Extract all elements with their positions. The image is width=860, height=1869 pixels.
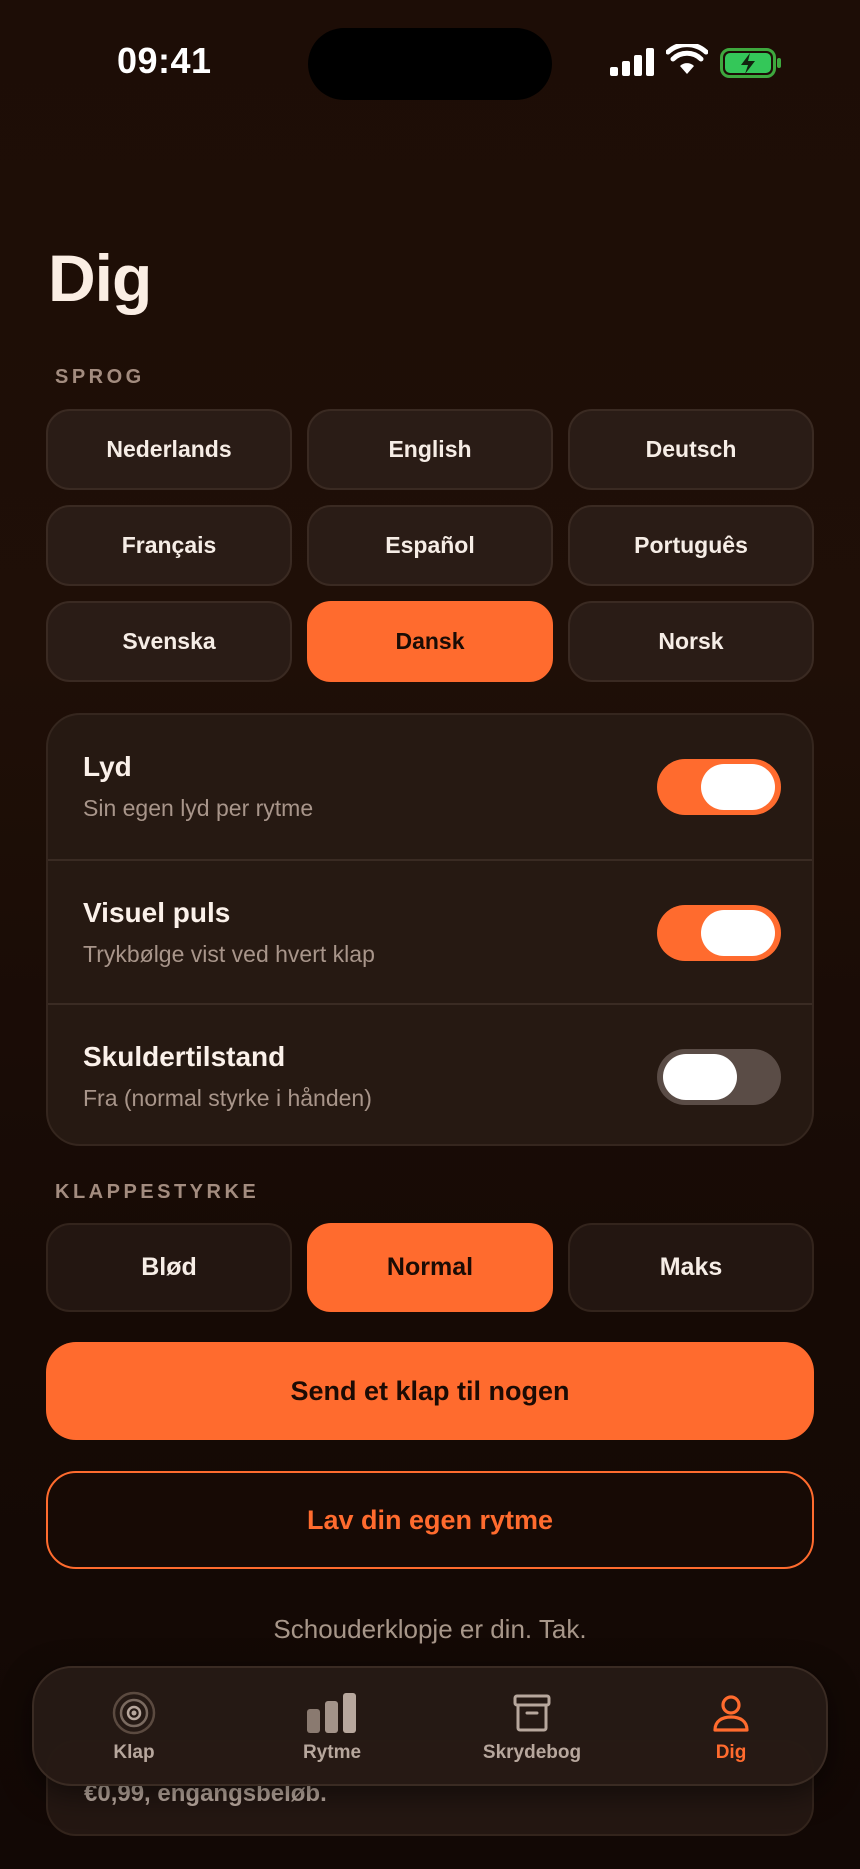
language-option-norsk[interactable]: Norsk	[568, 601, 814, 682]
language-option-dansk[interactable]: Dansk	[307, 601, 553, 682]
language-option-svenska[interactable]: Svenska	[46, 601, 292, 682]
battery-charging-icon	[720, 48, 781, 78]
strength-option-soft[interactable]: Blød	[46, 1223, 292, 1312]
language-option-english[interactable]: English	[307, 409, 553, 490]
tab-label: Klap	[113, 1742, 155, 1763]
sound-toggle[interactable]	[657, 759, 781, 815]
setting-row-visual-pulse: Visuel puls Trykbølge vist ved hvert kla…	[48, 859, 812, 1003]
tab-bar: Klap Rytme Skrydebog Dig	[32, 1666, 828, 1786]
archive-box-icon	[513, 1694, 551, 1732]
person-icon	[713, 1695, 749, 1732]
setting-title: Visuel puls	[83, 897, 231, 928]
tab-klap[interactable]: Klap	[54, 1668, 214, 1788]
setting-subtitle: Sin egen lyd per rytme	[83, 795, 314, 821]
toggle-knob	[701, 764, 775, 810]
dynamic-island	[308, 28, 552, 100]
tab-label: Skrydebog	[482, 1742, 582, 1763]
setting-row-shoulder-mode: Skuldertilstand Fra (normal styrke i hån…	[48, 1003, 812, 1144]
settings-card: Lyd Sin egen lyd per rytme Visuel puls T…	[46, 713, 814, 1146]
tab-dig[interactable]: Dig	[651, 1668, 811, 1788]
strength-option-max[interactable]: Maks	[568, 1223, 814, 1312]
setting-title: Skuldertilstand	[83, 1041, 286, 1072]
tab-skrydebog[interactable]: Skrydebog	[452, 1668, 612, 1788]
tab-label: Dig	[715, 1742, 747, 1763]
setting-subtitle: Trykbølge vist ved hvert klap	[83, 941, 375, 967]
page-title: Dig	[48, 241, 152, 315]
language-section-label: SPROG	[55, 366, 145, 388]
strength-selector: Blød Normal Maks	[46, 1223, 814, 1312]
wifi-icon	[666, 44, 708, 74]
setting-title: Lyd	[83, 751, 132, 782]
create-rhythm-button[interactable]: Lav din egen rytme	[46, 1471, 814, 1569]
status-bar: 09:41	[0, 0, 860, 120]
setting-subtitle: Fra (normal styrke i hånden)	[83, 1085, 372, 1111]
language-option-nederlands[interactable]: Nederlands	[46, 409, 292, 490]
visual-pulse-toggle[interactable]	[657, 905, 781, 961]
strength-section-label: KLAPPESTYRKE	[55, 1181, 260, 1203]
send-clap-button[interactable]: Send et klap til nogen	[46, 1342, 814, 1440]
language-option-francais[interactable]: Français	[46, 505, 292, 586]
toggle-knob	[701, 910, 775, 956]
footer-note: Schouderklopje er din. Tak.	[273, 1614, 587, 1644]
status-time: 09:41	[117, 40, 212, 81]
tab-label: Rytme	[302, 1742, 362, 1763]
language-selector: Nederlands English Deutsch Français Espa…	[46, 409, 814, 682]
tab-rytme[interactable]: Rytme	[252, 1668, 412, 1788]
language-option-deutsch[interactable]: Deutsch	[568, 409, 814, 490]
cellular-signal-icon	[610, 48, 654, 76]
target-icon	[112, 1691, 156, 1735]
bars-icon	[307, 1693, 356, 1733]
toggle-knob	[663, 1054, 737, 1100]
shoulder-mode-toggle[interactable]	[657, 1049, 781, 1105]
strength-option-normal[interactable]: Normal	[307, 1223, 553, 1312]
language-option-portugues[interactable]: Português	[568, 505, 814, 586]
setting-row-sound: Lyd Sin egen lyd per rytme	[48, 715, 812, 859]
language-option-espanol[interactable]: Español	[307, 505, 553, 586]
